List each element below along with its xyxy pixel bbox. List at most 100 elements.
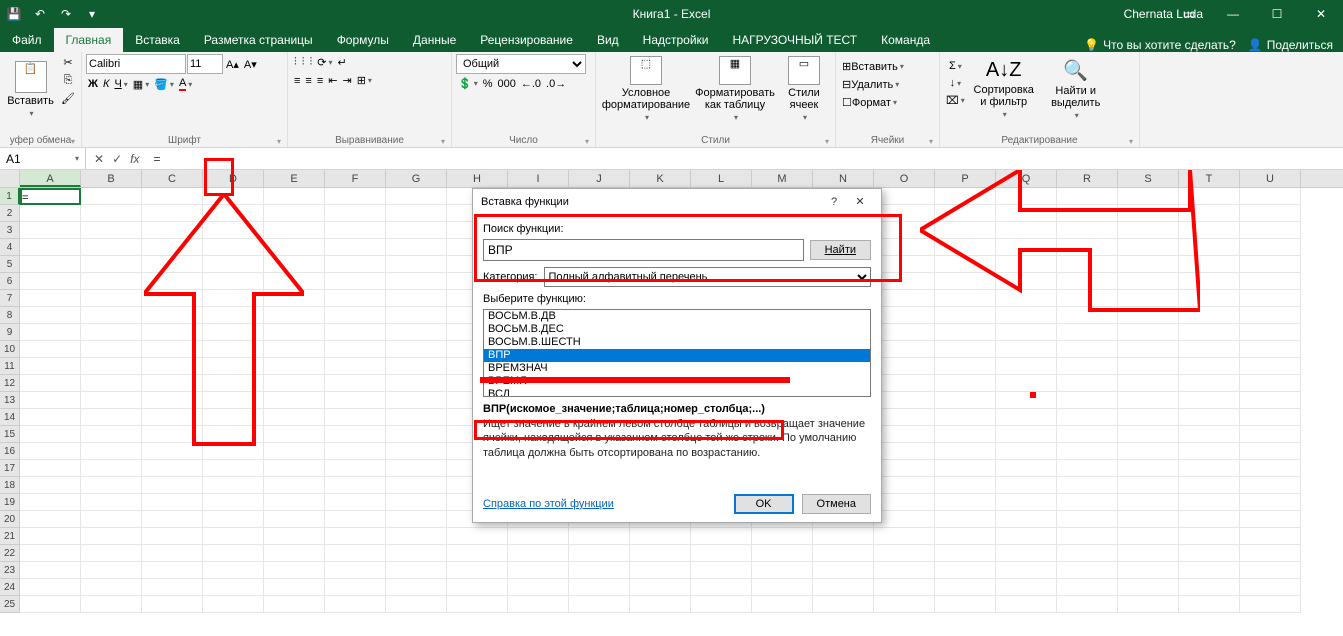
cell[interactable]	[203, 477, 264, 494]
function-item[interactable]: ВПР	[484, 349, 870, 362]
cell[interactable]	[20, 443, 81, 460]
col-header[interactable]: R	[1057, 170, 1118, 187]
cell[interactable]	[142, 239, 203, 256]
cell[interactable]	[874, 273, 935, 290]
cell[interactable]	[1179, 596, 1240, 613]
cell[interactable]	[142, 307, 203, 324]
cell[interactable]	[691, 545, 752, 562]
format-painter-icon[interactable]: 🖌	[59, 90, 77, 107]
cell[interactable]	[752, 562, 813, 579]
cell[interactable]	[20, 460, 81, 477]
cell[interactable]	[264, 392, 325, 409]
cell[interactable]	[1240, 460, 1301, 477]
cell[interactable]	[203, 222, 264, 239]
cell[interactable]	[20, 273, 81, 290]
cell[interactable]	[1118, 511, 1179, 528]
row-header[interactable]: 12	[0, 375, 20, 392]
cell[interactable]	[630, 545, 691, 562]
col-header[interactable]: G	[386, 170, 447, 187]
cell[interactable]	[1179, 426, 1240, 443]
cell[interactable]	[1240, 307, 1301, 324]
cell[interactable]	[813, 545, 874, 562]
cell[interactable]	[935, 358, 996, 375]
insert-cells-button[interactable]: ⊞ Вставить▾	[840, 58, 906, 75]
cell[interactable]	[386, 358, 447, 375]
cell[interactable]	[1179, 290, 1240, 307]
cell[interactable]	[264, 562, 325, 579]
cell[interactable]	[996, 358, 1057, 375]
cell[interactable]	[996, 205, 1057, 222]
col-header[interactable]: C	[142, 170, 203, 187]
cell[interactable]	[20, 324, 81, 341]
cell[interactable]	[935, 443, 996, 460]
cell[interactable]	[447, 562, 508, 579]
function-item[interactable]: ВРЕМЗНАЧ	[484, 362, 870, 375]
function-item[interactable]: ВОСЬМ.В.ШЕСТН	[484, 336, 870, 349]
cell[interactable]	[935, 494, 996, 511]
cell[interactable]	[813, 562, 874, 579]
cell[interactable]	[1118, 290, 1179, 307]
insert-function-icon[interactable]: fx	[130, 152, 139, 166]
ok-button[interactable]: OK	[734, 494, 794, 514]
function-item[interactable]: ВОСЬМ.В.ДЕС	[484, 323, 870, 336]
tab-team[interactable]: Команда	[869, 28, 942, 52]
cell[interactable]	[20, 562, 81, 579]
align-top-icon[interactable]: ⫶	[292, 54, 299, 71]
cell[interactable]	[386, 205, 447, 222]
cell[interactable]	[1179, 511, 1240, 528]
row-header[interactable]: 8	[0, 307, 20, 324]
cell[interactable]	[447, 596, 508, 613]
cell[interactable]	[1179, 545, 1240, 562]
cell[interactable]	[81, 443, 142, 460]
cell[interactable]	[142, 596, 203, 613]
cancel-formula-icon[interactable]: ✕	[94, 152, 104, 166]
cell[interactable]	[1179, 222, 1240, 239]
cell[interactable]	[935, 324, 996, 341]
cell[interactable]	[1118, 205, 1179, 222]
cell[interactable]	[874, 256, 935, 273]
cell[interactable]	[325, 256, 386, 273]
name-box[interactable]: A1▾	[0, 148, 86, 169]
cell[interactable]	[1118, 579, 1179, 596]
row-header[interactable]: 2	[0, 205, 20, 222]
find-button[interactable]: Найти	[810, 240, 871, 260]
cell[interactable]	[935, 596, 996, 613]
cell[interactable]	[996, 545, 1057, 562]
cell[interactable]	[1240, 188, 1301, 205]
cell[interactable]	[20, 239, 81, 256]
cell[interactable]	[264, 358, 325, 375]
formula-input[interactable]: =	[147, 152, 1343, 166]
cell[interactable]	[1118, 528, 1179, 545]
cell[interactable]	[142, 477, 203, 494]
cell[interactable]	[1240, 358, 1301, 375]
cell[interactable]	[874, 290, 935, 307]
cell[interactable]	[325, 324, 386, 341]
cell[interactable]	[508, 579, 569, 596]
cell[interactable]	[996, 324, 1057, 341]
cell[interactable]	[752, 579, 813, 596]
cell[interactable]	[1179, 562, 1240, 579]
cell[interactable]	[996, 307, 1057, 324]
cell[interactable]	[142, 443, 203, 460]
cell[interactable]	[1057, 494, 1118, 511]
cell[interactable]	[386, 409, 447, 426]
cell[interactable]	[447, 528, 508, 545]
cell[interactable]	[203, 324, 264, 341]
cell[interactable]	[874, 562, 935, 579]
cell[interactable]	[1240, 494, 1301, 511]
col-header[interactable]: E	[264, 170, 325, 187]
cell[interactable]	[874, 426, 935, 443]
col-header[interactable]: U	[1240, 170, 1301, 187]
col-header[interactable]: P	[935, 170, 996, 187]
cell[interactable]	[874, 460, 935, 477]
merge-icon[interactable]: ⊞▾	[355, 72, 374, 89]
tab-insert[interactable]: Вставка	[123, 28, 192, 52]
cell[interactable]	[1179, 205, 1240, 222]
cell[interactable]	[1118, 562, 1179, 579]
cell[interactable]	[1118, 460, 1179, 477]
cell[interactable]	[996, 426, 1057, 443]
cell[interactable]	[264, 188, 325, 205]
col-header[interactable]: L	[691, 170, 752, 187]
cell[interactable]	[874, 307, 935, 324]
cell-styles-button[interactable]: ▭ Стили ячеек▾	[778, 54, 830, 124]
